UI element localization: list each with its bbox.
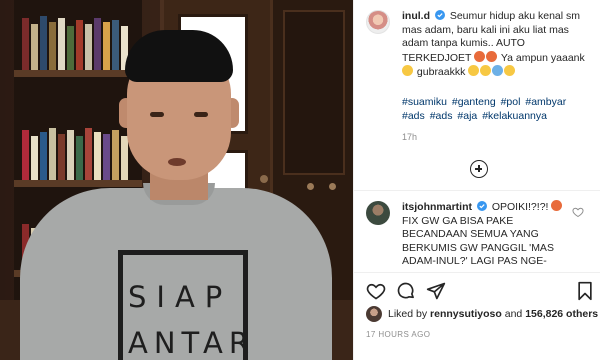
angry-emoji-icon: [551, 200, 563, 211]
liker-username[interactable]: rennysutiyoso: [430, 308, 502, 320]
post-caption: inul.d Seumur hidup aku kenal sm mas ada…: [402, 10, 588, 80]
grin-emoji-icon: [504, 65, 516, 77]
eye: [150, 112, 164, 117]
shirt-print-line-1: SIAP: [128, 280, 233, 314]
hashtag-link[interactable]: #ads: [430, 110, 453, 122]
hashtag-link[interactable]: #aja: [457, 110, 477, 122]
post-timestamp[interactable]: 17 HOURS AGO: [366, 330, 430, 339]
liker-avatar[interactable]: [366, 306, 382, 322]
comment-like-heart-icon[interactable]: [572, 206, 584, 218]
man-in-grey-shirt: SIAP ANTAR: [0, 0, 353, 360]
commenter-avatar[interactable]: [366, 201, 390, 225]
hair: [125, 30, 233, 82]
likes-conjunction: and: [504, 308, 523, 320]
plus-circle-icon[interactable]: [470, 160, 488, 178]
hashtag-link[interactable]: #pol: [501, 96, 521, 108]
hashtag-link[interactable]: #ads: [402, 110, 425, 122]
mouth: [168, 158, 186, 166]
screaming-emoji-icon: [486, 50, 498, 62]
likes-count[interactable]: 156,826 others: [525, 308, 598, 320]
poster-username[interactable]: inul.d: [402, 10, 430, 22]
divider: [354, 272, 600, 273]
comment-text-head: OPOIKI!?!?!: [491, 201, 549, 213]
grinning-sweat-emoji-icon: [402, 65, 413, 77]
eye: [194, 112, 208, 117]
poster-avatar[interactable]: [366, 10, 390, 34]
likes-text[interactable]: Liked by rennysutiyoso and 156,826 other…: [388, 308, 598, 320]
grin-emoji-icon: [480, 65, 492, 77]
caption-end: gubraakkk: [416, 66, 466, 79]
post-photo[interactable]: SIAP ANTAR: [0, 0, 353, 360]
hashtag-link[interactable]: #ambyar: [525, 96, 566, 108]
hashtag-link[interactable]: #suamiku: [402, 96, 447, 108]
commenter-username[interactable]: itsjohnmartint: [402, 201, 472, 213]
shirt-print-line-2: ANTAR: [128, 326, 255, 360]
comment-item: itsjohnmartint OPOIKI!?!?! FIX GW GA BIS…: [402, 200, 567, 269]
verified-badge-icon: [476, 201, 487, 211]
post-side-panel: inul.d Seumur hidup aku kenal sm mas ada…: [353, 0, 600, 360]
likes-prefix: Liked by: [388, 308, 428, 320]
caption-time[interactable]: 17h: [402, 132, 417, 142]
grimace-emoji-icon: [468, 65, 480, 77]
instagram-post: SIAP ANTAR inul.d Seumur hidup aku kenal…: [0, 0, 600, 360]
comment-icon[interactable]: [396, 281, 416, 301]
hashtag-link[interactable]: #kelakuannya: [482, 110, 547, 122]
divider: [354, 190, 600, 191]
comment-text-body: FIX GW GA BISA PAKE BECANDAAN SEMUA YANG…: [402, 214, 554, 268]
post-action-bar: [354, 276, 600, 306]
crying-emoji-icon: [492, 65, 504, 77]
heart-icon[interactable]: [366, 281, 386, 301]
bookmark-icon[interactable]: [576, 281, 594, 301]
hashtag-list: #suamiku #ganteng #pol #ambyar #ads #ads…: [402, 95, 588, 123]
caption-tail: Ya ampun yaaank: [500, 51, 585, 64]
likes-summary: Liked by rennysutiyoso and 156,826 other…: [366, 306, 598, 324]
verified-badge-icon: [434, 10, 445, 20]
hashtag-link[interactable]: #ganteng: [452, 96, 496, 108]
screaming-emoji-icon: [474, 50, 486, 62]
paper-plane-icon[interactable]: [426, 281, 446, 301]
